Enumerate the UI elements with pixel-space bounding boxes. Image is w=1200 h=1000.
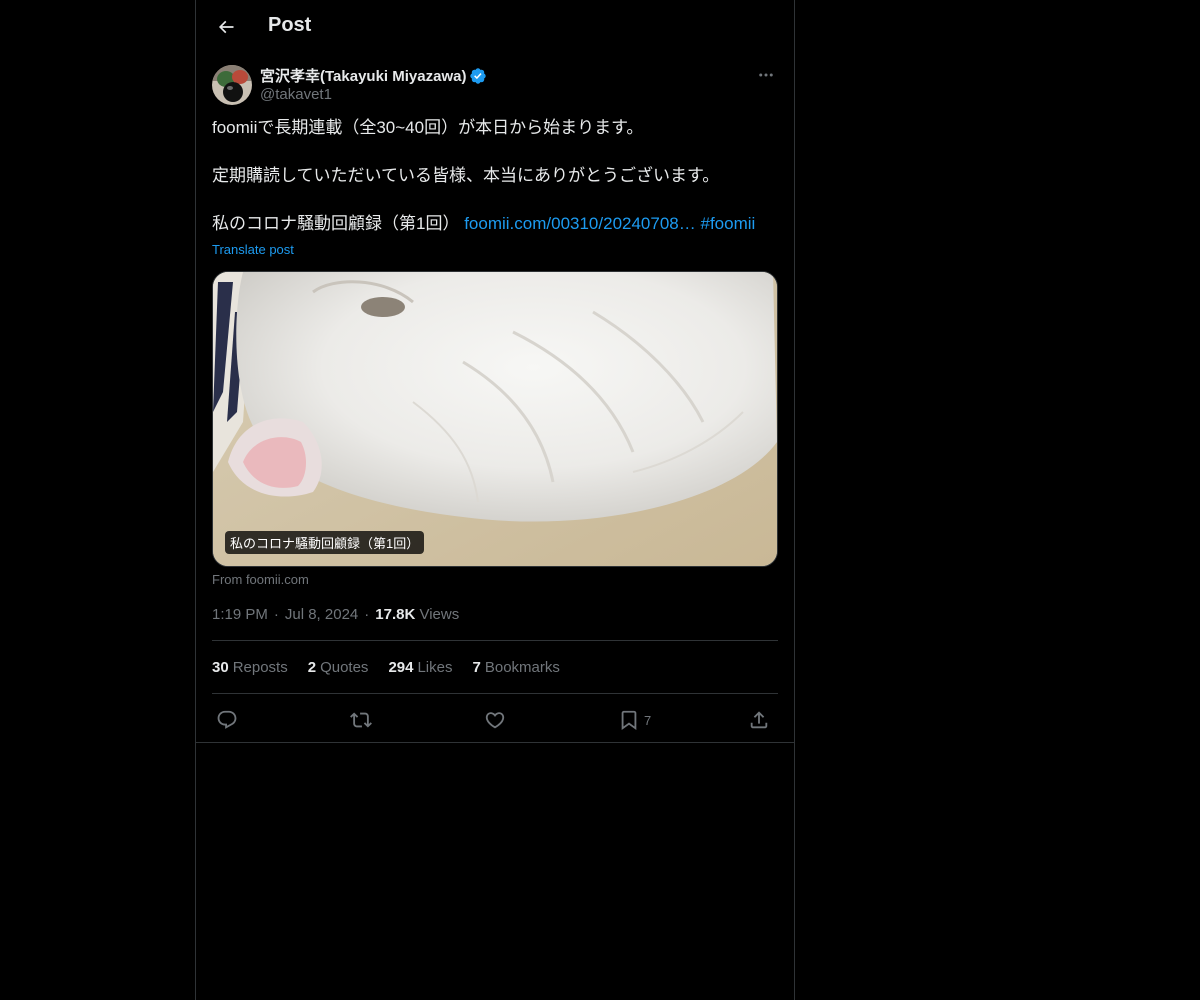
- verified-badge-icon[interactable]: [469, 67, 487, 85]
- divider: [196, 742, 794, 743]
- action-bar: 7: [212, 704, 778, 736]
- post-line-text: 私のコロナ騒動回顧録（第1回）: [212, 214, 460, 233]
- arrow-left-icon: [218, 20, 234, 34]
- avatar-image: [212, 65, 252, 105]
- post-hashtag[interactable]: #foomii: [700, 214, 755, 233]
- bookmark-button[interactable]: 7: [618, 704, 651, 736]
- heart-icon: [485, 712, 505, 729]
- post-line: 定期購読していただいている皆様、本当にありがとうございます。: [212, 166, 720, 185]
- reply-button[interactable]: [216, 704, 238, 736]
- post-column: Post 宮沢孝幸(Takayuki Miyazawa) @takavet1 f…: [195, 0, 795, 1000]
- display-name[interactable]: 宮沢孝幸(Takayuki Miyazawa): [260, 65, 487, 86]
- translate-post-link[interactable]: Translate post: [212, 242, 294, 257]
- post-date[interactable]: Jul 8, 2024: [285, 606, 358, 623]
- more-options-button[interactable]: [754, 64, 778, 86]
- post-author: 宮沢孝幸(Takayuki Miyazawa) @takavet1: [212, 64, 778, 108]
- bookmarks-stat[interactable]: 7 Bookmarks: [473, 659, 560, 676]
- post-text: foomiiで長期連載（全30~40回）が本日から始まります。 定期購読していた…: [212, 116, 782, 236]
- views-label: Views: [419, 606, 460, 623]
- likes-stat[interactable]: 294 Likes: [388, 659, 452, 676]
- divider: [212, 693, 778, 694]
- separator-dot: ·: [364, 606, 370, 623]
- post-header: Post: [196, 0, 794, 54]
- more-horizontal-icon: [759, 73, 773, 77]
- divider: [212, 640, 778, 641]
- post-meta: 1:19 PM · Jul 8, 2024 · 17.8K Views: [212, 606, 459, 623]
- like-button[interactable]: [484, 704, 506, 736]
- views-count: 17.8K: [375, 606, 416, 623]
- post-link[interactable]: foomii.com/00310/20240708…: [464, 214, 696, 233]
- page-title: Post: [268, 14, 312, 36]
- display-name-text: 宮沢孝幸(Takayuki Miyazawa): [260, 68, 467, 85]
- quotes-stat[interactable]: 2 Quotes: [308, 659, 369, 676]
- reply-icon: [217, 710, 237, 729]
- bookmark-count: 7: [644, 712, 652, 728]
- back-button[interactable]: [208, 9, 244, 45]
- post-line: 私のコロナ騒動回顧録（第1回） foomii.com/00310/2024070…: [212, 212, 782, 236]
- reposts-stat[interactable]: 30 Reposts: [212, 659, 288, 676]
- separator-dot: ·: [273, 606, 279, 623]
- share-button[interactable]: [748, 704, 770, 736]
- author-handle[interactable]: @takavet1: [260, 86, 332, 103]
- repost-button[interactable]: [350, 704, 372, 736]
- repost-icon: [350, 712, 372, 728]
- post-line: foomiiで長期連載（全30~40回）が本日から始まります。: [212, 118, 644, 137]
- avatar[interactable]: [212, 65, 252, 105]
- bookmark-icon: [621, 710, 637, 731]
- engagement-stats: 30 Reposts 2 Quotes 294 Likes 7 Bookmarks: [212, 659, 560, 676]
- post-time[interactable]: 1:19 PM: [212, 606, 268, 623]
- cat-photo: [213, 272, 777, 566]
- link-card-image[interactable]: 私のコロナ騒動回顧録（第1回）: [212, 271, 778, 567]
- media-caption: 私のコロナ騒動回顧録（第1回）: [225, 531, 425, 554]
- share-icon: [750, 711, 768, 729]
- link-source[interactable]: From foomii.com: [212, 572, 309, 587]
